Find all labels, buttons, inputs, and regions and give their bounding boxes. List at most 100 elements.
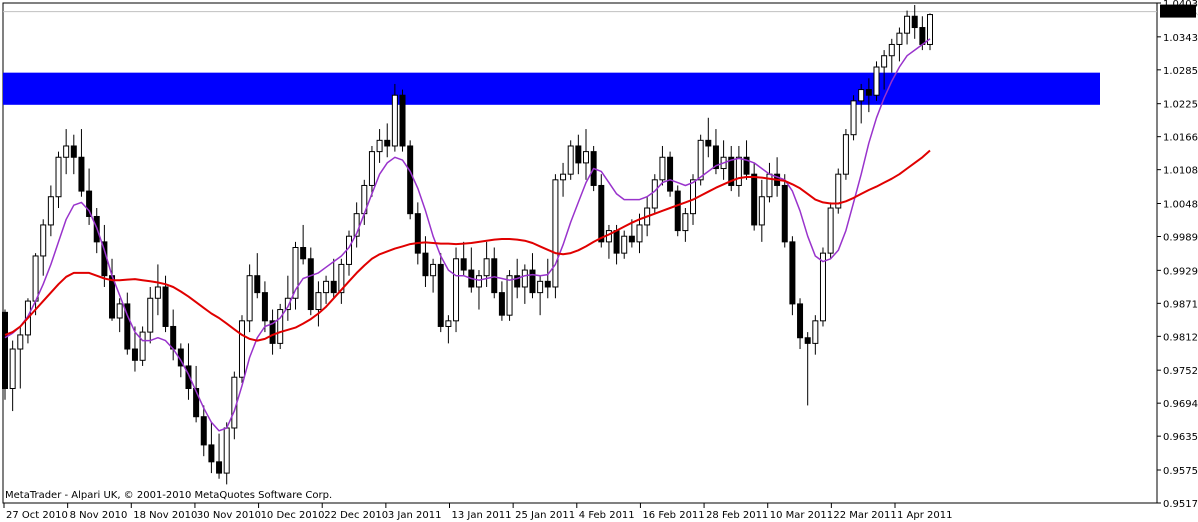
candle-body (131, 348, 138, 361)
candle-body (323, 280, 330, 294)
x-tick-label: 13 Jan 2011 (452, 510, 512, 521)
candle-body (881, 55, 888, 68)
candle-body (705, 139, 712, 147)
candle-body (231, 376, 238, 429)
candle-body (781, 184, 788, 243)
candle-body (223, 427, 230, 474)
candle-body (812, 320, 819, 344)
candle-body (628, 235, 635, 243)
y-tick-label: 1.02850 (1163, 66, 1198, 77)
candle-body (154, 286, 161, 299)
x-tick-label: 1 Apr 2011 (897, 510, 952, 521)
candle-body (208, 444, 215, 463)
candle-body (246, 275, 253, 322)
candle-body (162, 286, 169, 327)
candle-body (636, 224, 643, 243)
candle-body (613, 230, 620, 254)
y-tick-label: 0.97525 (1163, 366, 1198, 377)
candle-body (78, 156, 85, 192)
candle-body (751, 173, 758, 226)
candle-body (483, 258, 490, 277)
y-tick-label: 1.01665 (1163, 133, 1198, 144)
candle-body (888, 43, 895, 57)
candle-body (17, 334, 24, 350)
candle-body (789, 241, 796, 305)
candle-body (819, 252, 826, 322)
candle-body (697, 139, 704, 181)
candle-body (735, 156, 742, 186)
candle-body (475, 275, 482, 288)
candle-body (70, 145, 77, 158)
x-tick-label: 18 Nov 2010 (133, 510, 197, 521)
candle-body (919, 27, 926, 45)
candle-body (498, 292, 505, 316)
y-tick-label: 0.99895 (1163, 233, 1198, 244)
y-tick-label: 0.96940 (1163, 399, 1198, 410)
candle-body (238, 320, 245, 378)
candle-body (552, 179, 559, 288)
candle-body (254, 275, 261, 294)
candle-body (850, 100, 857, 136)
y-tick-label: 1.00480 (1163, 200, 1198, 211)
candle-body (667, 156, 674, 192)
candle-body (598, 184, 605, 243)
x-tick-label: 28 Feb 2011 (706, 510, 768, 521)
x-tick-label: 25 Jan 2011 (515, 510, 575, 521)
candle-body (445, 320, 452, 327)
resistance-zone (3, 72, 1100, 105)
y-tick-label: 1.03435 (1163, 33, 1198, 44)
candle-body (804, 337, 811, 344)
y-tick-label: 0.98125 (1163, 332, 1198, 343)
price-axis: 1.040351.034351.028501.022501.016651.010… (1157, 0, 1198, 510)
candle-body (674, 190, 681, 232)
candle-body (399, 94, 406, 147)
candle-body (911, 15, 918, 29)
x-tick-label: 3 Jan 2011 (388, 510, 442, 521)
candle-body (453, 258, 460, 322)
copyright-text: MetaTrader - Alpari UK, © 2001-2010 Meta… (5, 490, 332, 501)
x-tick-label: 10 Mar 2011 (770, 510, 833, 521)
x-tick-label: 10 Dec 2010 (261, 510, 325, 521)
candle-body (86, 190, 93, 217)
candle-body (659, 156, 666, 181)
x-tick-label: 4 Feb 2011 (579, 510, 635, 521)
candle-body (560, 173, 567, 181)
x-tick-label: 16 Feb 2011 (642, 510, 704, 521)
candle-body (842, 134, 849, 175)
y-tick-label: 1.01080 (1163, 166, 1198, 177)
x-tick-label: 27 Oct 2010 (6, 510, 68, 521)
time-axis: 27 Oct 2010 8 Nov 2010 18 Nov 2010 30 Nov 2… (3, 503, 952, 521)
candle-body (651, 179, 658, 209)
candle-body (216, 461, 223, 474)
candle-body (621, 235, 628, 254)
x-tick-label: 30 Nov 2010 (197, 510, 261, 521)
candle-body (261, 292, 268, 322)
y-tick-label: 0.99295 (1163, 266, 1198, 277)
candle-body (368, 151, 375, 186)
candle-body (904, 15, 911, 34)
x-tick-label: 8 Nov 2010 (70, 510, 128, 521)
candle-body (32, 255, 39, 302)
x-tick-label: 22 Dec 2010 (324, 510, 388, 521)
y-tick-label: 0.95755 (1163, 466, 1198, 477)
candle-body (384, 139, 391, 147)
current-price-label: 1.03883 (1162, 8, 1198, 19)
candle-body (506, 275, 513, 316)
candle-body (873, 66, 880, 96)
chart-container: 1.040351.034351.028501.022501.016651.010… (0, 0, 1198, 522)
candle-body (491, 258, 498, 294)
candle-body (40, 224, 47, 257)
candle-body (300, 247, 307, 260)
candle-body (521, 269, 528, 288)
candle-body (858, 89, 865, 102)
candle-body (9, 348, 16, 390)
candle-body (170, 325, 177, 350)
candle-body (690, 179, 697, 215)
candle-body (575, 145, 582, 164)
candle-body (414, 213, 421, 254)
candle-body (63, 145, 70, 158)
candle-body (582, 151, 589, 164)
candle-body (430, 263, 437, 277)
candle-body (537, 280, 544, 294)
candle-body (330, 280, 337, 294)
